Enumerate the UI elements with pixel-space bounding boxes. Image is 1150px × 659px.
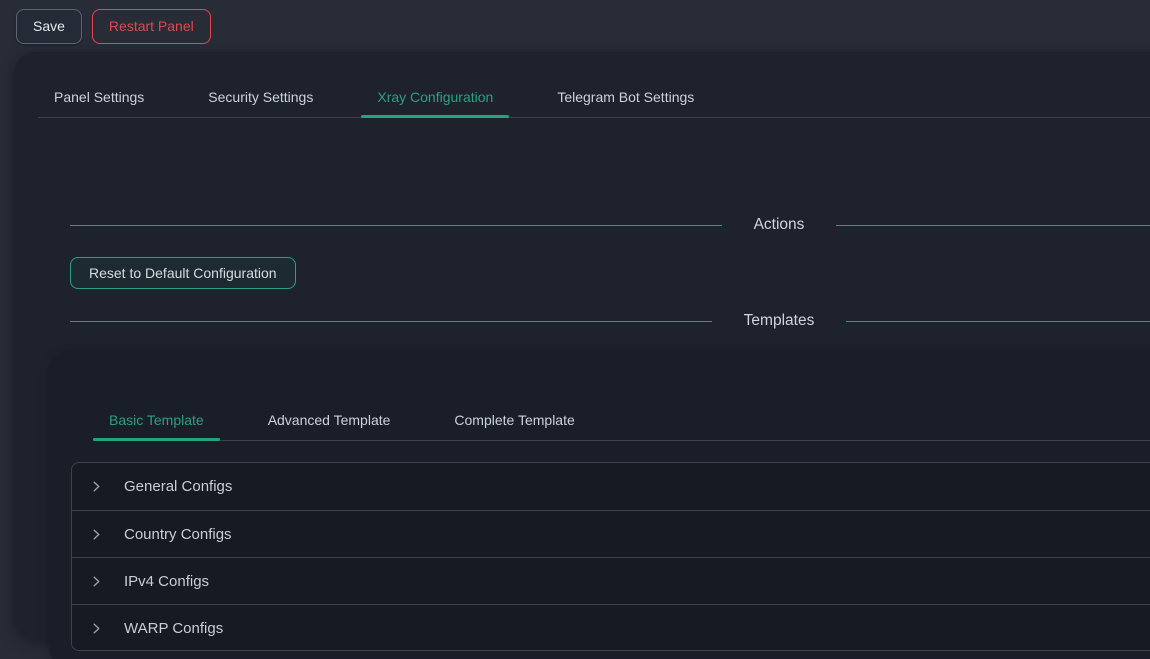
save-button[interactable]: Save [16, 9, 82, 44]
actions-divider-label: Actions [722, 216, 837, 234]
collapse-header-country-configs[interactable]: Country Configs [72, 511, 1150, 557]
actions-divider: Actions [70, 217, 1150, 233]
collapse-label: WARP Configs [124, 620, 223, 637]
config-collapse-list: General Configs Country Configs [71, 462, 1150, 651]
templates-card: Basic Template Advanced Template Complet… [50, 351, 1150, 659]
tab-label: Xray Configuration [377, 89, 493, 105]
divider-line [70, 321, 712, 322]
tab-basic-template[interactable]: Basic Template [93, 399, 220, 440]
reset-default-configuration-button[interactable]: Reset to Default Configuration [70, 257, 296, 289]
divider-line [836, 225, 1150, 226]
tab-label: Telegram Bot Settings [557, 89, 694, 105]
tab-label: Security Settings [208, 89, 313, 105]
template-tabbar: Basic Template Advanced Template Complet… [93, 399, 1150, 441]
divider-line [70, 225, 722, 226]
collapse-header-warp-configs[interactable]: WARP Configs [72, 605, 1150, 651]
collapse-label: General Configs [124, 478, 232, 495]
tab-label: Complete Template [454, 412, 574, 428]
chevron-right-icon [90, 480, 103, 493]
collapse-label: Country Configs [124, 526, 232, 543]
settings-tabbar: Panel Settings Security Settings Xray Co… [38, 76, 1150, 118]
tab-telegram-bot-settings[interactable]: Telegram Bot Settings [541, 76, 710, 117]
chevron-right-icon [90, 528, 103, 541]
tab-security-settings[interactable]: Security Settings [192, 76, 329, 117]
tab-label: Advanced Template [268, 412, 391, 428]
divider-line [846, 321, 1150, 322]
tab-complete-template[interactable]: Complete Template [438, 399, 590, 440]
tab-panel-settings[interactable]: Panel Settings [38, 76, 160, 117]
collapse-item-warp-configs: WARP Configs [72, 604, 1150, 651]
tab-label: Panel Settings [54, 89, 144, 105]
collapse-item-ipv4-configs: IPv4 Configs [72, 557, 1150, 604]
collapse-item-country-configs: Country Configs [72, 510, 1150, 557]
collapse-header-general-configs[interactable]: General Configs [72, 463, 1150, 510]
tab-advanced-template[interactable]: Advanced Template [252, 399, 407, 440]
collapse-item-general-configs: General Configs [72, 463, 1150, 510]
collapse-label: IPv4 Configs [124, 573, 209, 590]
tab-xray-configuration[interactable]: Xray Configuration [361, 76, 509, 117]
tab-label: Basic Template [109, 412, 204, 428]
collapse-header-ipv4-configs[interactable]: IPv4 Configs [72, 558, 1150, 604]
settings-card: Panel Settings Security Settings Xray Co… [14, 52, 1150, 640]
restart-panel-button[interactable]: Restart Panel [92, 9, 211, 44]
chevron-right-icon [90, 622, 103, 635]
templates-divider-label: Templates [712, 312, 847, 330]
top-toolbar: Save Restart Panel [16, 9, 211, 44]
chevron-right-icon [90, 575, 103, 588]
templates-divider: Templates [70, 313, 1150, 329]
